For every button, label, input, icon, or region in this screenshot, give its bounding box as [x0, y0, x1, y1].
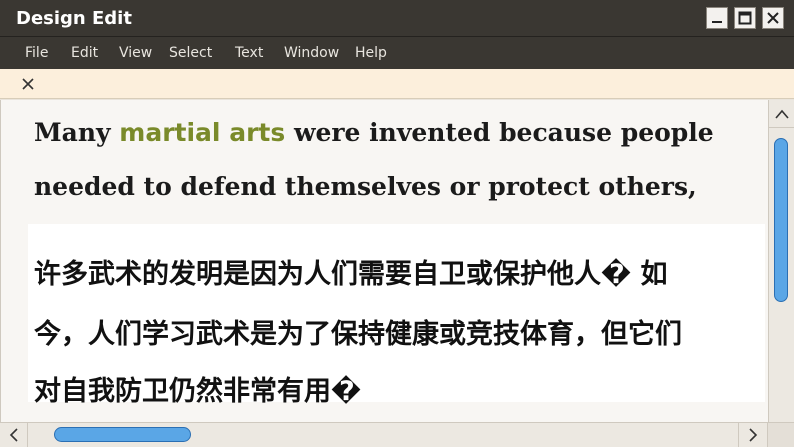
menu-file[interactable]: File — [25, 45, 48, 61]
menu-select[interactable]: Select — [169, 45, 212, 61]
menu-bar: File Edit View Select Text Window Help — [0, 37, 794, 69]
window-title: Design Edit — [16, 8, 132, 29]
document-canvas[interactable]: Many martial arts were invented because … — [0, 100, 768, 422]
menu-view[interactable]: View — [119, 45, 152, 61]
english-line-2: needed to defend themselves or protect o… — [34, 172, 697, 201]
scroll-left-button[interactable] — [0, 423, 28, 447]
vertical-scrollbar[interactable] — [768, 100, 794, 422]
chevron-left-icon — [9, 428, 18, 442]
english-line-1: Many martial arts were invented because … — [34, 118, 714, 147]
horizontal-scroll-thumb[interactable] — [54, 427, 191, 442]
highlighted-phrase: martial arts — [119, 118, 286, 147]
close-icon[interactable] — [20, 76, 36, 92]
title-bar: Design Edit — [0, 0, 794, 37]
minimize-icon — [712, 21, 722, 23]
maximize-icon — [738, 11, 752, 25]
vertical-scroll-thumb[interactable] — [774, 138, 788, 302]
close-icon — [767, 12, 779, 24]
english-text: were invented because people — [285, 118, 714, 147]
chinese-paragraph: 许多武术的发明是因为人们需要自卫或保护他人� 如 今，人们学习武术是为了保持健康… — [28, 224, 765, 407]
close-window-button[interactable] — [762, 7, 784, 29]
english-text: Many — [34, 118, 120, 147]
menu-window[interactable]: Window — [284, 45, 339, 61]
chinese-line-3: 对自我防卫仍然非常有用� — [34, 376, 362, 407]
chinese-line-1: 许多武术的发明是因为人们需要自卫或保护他人� 如 — [34, 259, 668, 290]
menu-help[interactable]: Help — [355, 45, 387, 61]
scroll-right-button[interactable] — [738, 423, 766, 447]
scrollbar-corner — [767, 423, 794, 447]
maximize-button[interactable] — [734, 7, 756, 29]
info-bar — [0, 69, 794, 99]
minimize-button[interactable] — [706, 7, 728, 29]
horizontal-scrollbar[interactable] — [0, 422, 794, 447]
chinese-line-2: 今，人们学习武术是为了保持健康或竞技体育，但它们 — [34, 319, 682, 350]
chevron-right-icon — [748, 428, 757, 442]
chevron-up-icon — [775, 109, 789, 119]
menu-text[interactable]: Text — [235, 45, 263, 61]
menu-edit[interactable]: Edit — [71, 45, 98, 61]
scroll-up-button[interactable] — [769, 100, 794, 128]
